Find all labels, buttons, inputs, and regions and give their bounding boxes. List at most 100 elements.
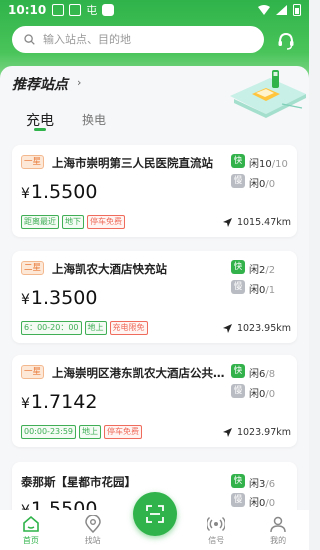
tag-chip: 00:00-23:59 [21,425,76,439]
price-value: 1.7142 [30,391,98,413]
station-price: ¥1.7142 [21,391,97,413]
fast-charger-count: 闲10/10 [249,155,288,170]
nav-label: 首页 [22,536,39,545]
fast-charger-count: 闲6/8 [249,365,275,380]
station-name: 泰那斯【星都市花园】 [21,475,136,489]
total-count: /0 [265,179,276,190]
signal-icon [207,516,226,532]
active-tab-indicator [34,128,46,131]
total-count: /0 [265,498,276,509]
station-card[interactable]: 二星 上海凯农大酒店快充站 ¥1.3500 6：00-20：00 地上 充电限免… [12,251,297,343]
total-count: /2 [265,265,276,276]
idle-label: 闲 [249,498,259,509]
price-value: 1.3500 [30,287,98,309]
nav-label: 信号 [208,536,225,545]
app-notification-icon: 屯 [86,4,98,17]
distance-value: 1023.97km [236,427,291,438]
nav-find-station[interactable]: 找站 [68,515,118,546]
status-bar: 10:10 屯 [0,0,309,20]
tab-charging[interactable]: 充电 [26,110,54,130]
location-icon [84,515,101,533]
total-count: /1 [265,285,276,296]
fast-charger-count: 闲3/6 [249,475,275,490]
tag-chip: 地下 [62,215,84,229]
station-tags: 00:00-23:59 地上 停车免费 [21,425,142,439]
section-more-arrow[interactable]: › [77,76,81,89]
tag-chip: 停车免费 [87,215,125,229]
tag-chip: 充电限免 [109,321,148,335]
nav-label: 找站 [84,536,101,545]
distance-value: 1015.47km [236,217,291,228]
scan-button[interactable] [133,492,177,536]
search-bar[interactable] [12,26,264,53]
slow-charger-count: 闲0/0 [249,385,275,400]
nav-label: 我的 [270,536,287,545]
tag-chip: 距离最近 [21,215,59,229]
currency-symbol: ¥ [21,186,30,202]
charging-illustration-icon [230,70,306,118]
customer-service-icon[interactable] [276,31,296,51]
home-icon [23,515,39,532]
slow-charge-badge: 慢 [231,384,245,398]
slow-charger-count: 闲0/1 [249,281,275,296]
search-input[interactable] [43,33,243,46]
station-name: 上海崇明区港东凯农大酒店公共… [52,366,225,380]
currency-symbol: ¥ [21,292,30,308]
station-distance: 1023.97km [222,427,291,438]
idle-label: 闲 [249,159,259,170]
nav-profile[interactable]: 我的 [253,515,303,546]
station-distance: 1023.95km [222,323,291,334]
idle-label: 闲 [249,285,259,296]
slow-charge-badge: 慢 [231,493,245,507]
slow-charger-count: 闲0/0 [249,494,275,509]
station-card[interactable]: 一星 上海崇明区港东凯农大酒店公共… ¥1.7142 00:00-23:59 地… [12,355,297,447]
idle-label: 闲 [249,179,259,190]
station-tags: 6：00-20：00 地上 充电限免 [21,321,148,335]
navigation-arrow-icon [222,324,232,333]
notification-icon [52,4,65,16]
scan-icon [146,505,164,523]
nav-signal[interactable]: 信号 [191,515,241,546]
signal-strength-icon [276,5,287,15]
station-tier-badge: 一星 [21,365,45,379]
navigation-arrow-icon [222,218,232,227]
total-count: /8 [265,369,276,380]
tab-battery-swap[interactable]: 换电 [82,111,106,128]
battery-icon [293,4,301,16]
currency-symbol: ¥ [21,396,30,412]
section-title: 推荐站点 [12,77,68,93]
total-count: /0 [265,389,276,400]
idle-label: 闲 [249,369,259,380]
price-value: 1.5500 [30,181,98,203]
tag-chip: 停车免费 [104,425,142,439]
fast-charge-badge: 快 [231,364,245,378]
idle-label: 闲 [249,389,259,400]
station-distance: 1015.47km [222,217,291,228]
nav-home[interactable]: 首页 [6,515,56,546]
tag-chip: 地上 [84,321,107,335]
station-card[interactable]: 一星 上海市崇明第三人民医院直流站 ¥1.5500 距离最近 地下 停车免费 快… [12,145,297,237]
slow-charger-count: 闲0/0 [249,175,275,190]
station-tier-badge: 一星 [21,155,45,169]
station-name: 上海市崇明第三人民医院直流站 [52,156,213,170]
station-price: ¥1.5500 [21,181,97,203]
total-count: /10 [271,159,288,170]
gallery-icon [69,4,82,16]
station-tags: 距离最近 地下 停车免费 [21,215,125,229]
station-name: 上海凯农大酒店快充站 [52,262,167,276]
distance-value: 1023.95km [236,323,291,334]
tag-chip: 6：00-20：00 [21,321,82,335]
wifi-icon [258,5,270,15]
station-price: ¥1.3500 [21,287,97,309]
user-icon [270,516,286,533]
station-tier-badge: 二星 [21,261,45,275]
idle-count: 10 [259,159,272,170]
fast-charge-badge: 快 [231,474,245,488]
fast-charge-badge: 快 [231,260,245,274]
status-time: 10:10 [8,3,47,17]
fast-charge-badge: 快 [231,154,245,168]
slow-charge-badge: 慢 [231,174,245,188]
app-status-icon [102,4,115,16]
fast-charger-count: 闲2/2 [249,261,275,276]
navigation-arrow-icon [222,428,232,437]
